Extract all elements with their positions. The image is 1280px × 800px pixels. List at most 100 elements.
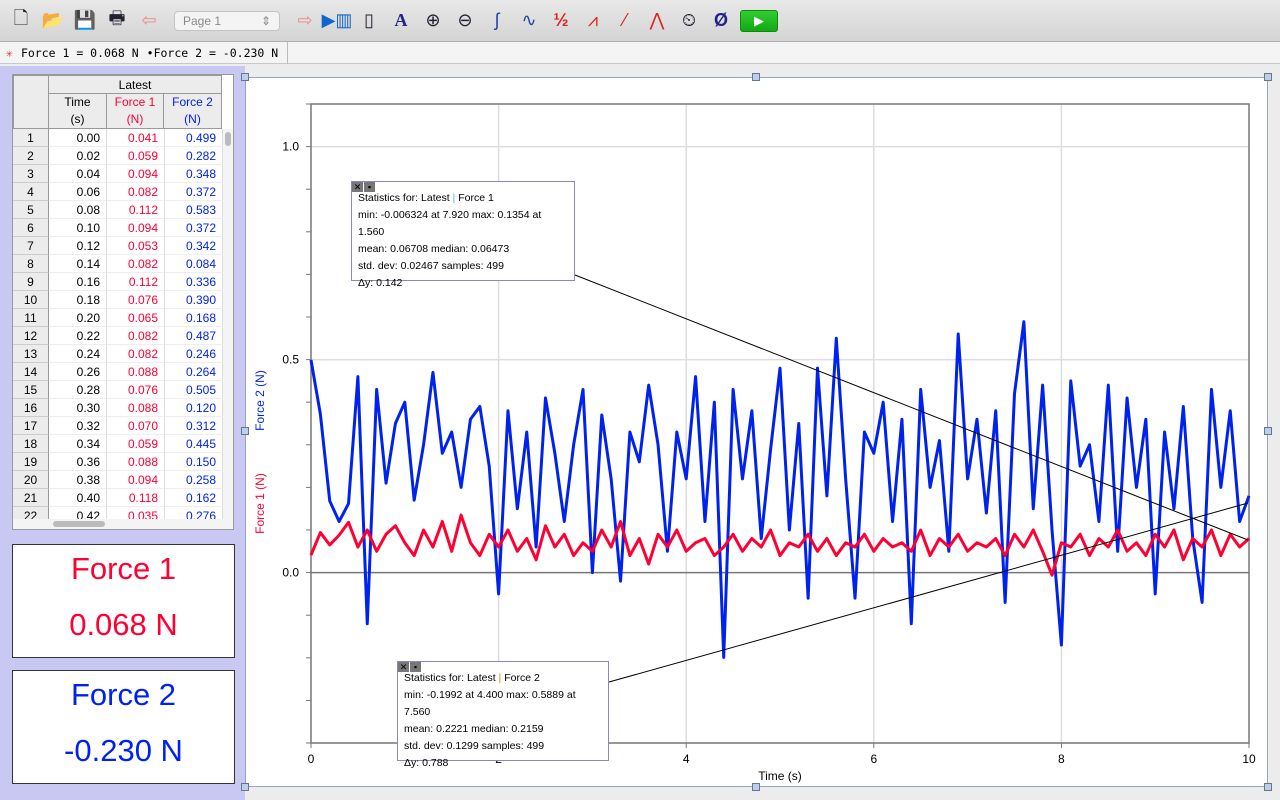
- table-row[interactable]: 15 0.28 0.076 0.505: [13, 381, 223, 399]
- table-cell[interactable]: 0.065: [107, 309, 165, 327]
- integrate-icon[interactable]: ½: [548, 8, 574, 34]
- table-cell[interactable]: 0.088: [107, 399, 165, 417]
- table-cell[interactable]: 0.312: [165, 417, 223, 435]
- table-cell[interactable]: 0.041: [107, 129, 165, 147]
- table-cell[interactable]: 0.059: [107, 435, 165, 453]
- table-row[interactable]: 14 0.26 0.088 0.264: [13, 363, 223, 381]
- table-cell[interactable]: 0.36: [49, 453, 107, 471]
- table-cell[interactable]: 0.094: [107, 471, 165, 489]
- table-cell[interactable]: 0.112: [107, 201, 165, 219]
- table-cell[interactable]: 0.08: [49, 201, 107, 219]
- linear-fit-icon[interactable]: ⁄: [612, 8, 638, 34]
- examine-icon[interactable]: ʃ: [484, 8, 510, 34]
- back-page-icon[interactable]: ⇦: [136, 8, 162, 34]
- resize-handle[interactable]: [752, 73, 760, 81]
- table-cell[interactable]: 0.264: [165, 363, 223, 381]
- resize-handle[interactable]: [1264, 427, 1272, 435]
- table-cell[interactable]: 0.162: [165, 489, 223, 507]
- table-cell[interactable]: 0.583: [165, 201, 223, 219]
- table-cell[interactable]: 0.094: [107, 219, 165, 237]
- table-cell[interactable]: 0.076: [107, 291, 165, 309]
- data-browser-icon[interactable]: ▶▥: [322, 8, 353, 34]
- horizontal-scrollbar[interactable]: [13, 519, 233, 529]
- table-cell[interactable]: 0.342: [165, 237, 223, 255]
- meter-force2[interactable]: Force 2 -0.230 N: [12, 670, 235, 784]
- table-cell[interactable]: 0.082: [107, 255, 165, 273]
- tangent-icon[interactable]: ∿: [516, 8, 542, 34]
- table-cell[interactable]: 0.10: [49, 219, 107, 237]
- lab-interface-icon[interactable]: ▯: [356, 8, 382, 34]
- table-cell[interactable]: 0.258: [165, 471, 223, 489]
- table-cell[interactable]: 0.34: [49, 435, 107, 453]
- table-cell[interactable]: 0.02: [49, 147, 107, 165]
- resize-handle[interactable]: [752, 783, 760, 791]
- table-cell[interactable]: 0.12: [49, 237, 107, 255]
- table-cell[interactable]: 0.22: [49, 327, 107, 345]
- table-cell[interactable]: 0.246: [165, 345, 223, 363]
- table-cell[interactable]: 0.084: [165, 255, 223, 273]
- table-cell[interactable]: 0.082: [107, 183, 165, 201]
- options-icon[interactable]: ▪: [364, 182, 375, 192]
- table-cell[interactable]: 0.112: [107, 273, 165, 291]
- resize-handle[interactable]: [1264, 783, 1272, 791]
- vertical-scrollbar[interactable]: [223, 129, 233, 519]
- table-row[interactable]: 9 0.16 0.112 0.336: [13, 273, 223, 291]
- table-row[interactable]: 17 0.32 0.070 0.312: [13, 417, 223, 435]
- table-cell[interactable]: 0.30: [49, 399, 107, 417]
- table-cell[interactable]: 0.390: [165, 291, 223, 309]
- page-select[interactable]: Page 1 ⇕: [174, 10, 280, 31]
- table-cell[interactable]: 0.14: [49, 255, 107, 273]
- new-file-icon[interactable]: 🗋: [8, 8, 34, 34]
- zero-icon[interactable]: Ø: [708, 8, 734, 34]
- autoscale-icon[interactable]: A: [388, 8, 414, 34]
- table-row[interactable]: 8 0.14 0.082 0.084: [13, 255, 223, 273]
- table-cell[interactable]: 0.18: [49, 291, 107, 309]
- table-cell[interactable]: 0.059: [107, 147, 165, 165]
- table-row[interactable]: 6 0.10 0.094 0.372: [13, 219, 223, 237]
- table-row[interactable]: 11 0.20 0.065 0.168: [13, 309, 223, 327]
- table-row[interactable]: 2 0.02 0.059 0.282: [13, 147, 223, 165]
- resize-handle[interactable]: [241, 73, 249, 81]
- data-table[interactable]: Latest Time (s) Force 1 (N) Force 2 (N) 1 0.…: [12, 74, 234, 530]
- table-row[interactable]: 1 0.00 0.041 0.499: [13, 129, 223, 147]
- table-row[interactable]: 18 0.34 0.059 0.445: [13, 435, 223, 453]
- table-row[interactable]: 19 0.36 0.088 0.150: [13, 453, 223, 471]
- resize-handle[interactable]: [241, 427, 249, 435]
- print-icon[interactable]: 🖶: [104, 8, 130, 34]
- save-disk-icon[interactable]: 💾: [72, 8, 98, 34]
- table-row[interactable]: 16 0.30 0.088 0.120: [13, 399, 223, 417]
- table-cell[interactable]: 0.082: [107, 327, 165, 345]
- table-cell[interactable]: 0.372: [165, 219, 223, 237]
- table-row[interactable]: 21 0.40 0.118 0.162: [13, 489, 223, 507]
- table-row[interactable]: 3 0.04 0.094 0.348: [13, 165, 223, 183]
- table-cell[interactable]: 0.40: [49, 489, 107, 507]
- table-row[interactable]: 10 0.18 0.076 0.390: [13, 291, 223, 309]
- table-row[interactable]: 4 0.06 0.082 0.372: [13, 183, 223, 201]
- table-cell[interactable]: 0.094: [107, 165, 165, 183]
- table-cell[interactable]: 0.499: [165, 129, 223, 147]
- table-cell[interactable]: 0.070: [107, 417, 165, 435]
- options-icon[interactable]: ▪: [410, 662, 421, 672]
- meter-readout-tab[interactable]: ✳ Force 1 = 0.068 N •Force 2 = -0.230 N: [2, 42, 288, 64]
- stats-box-force1[interactable]: ✕ ▪ Statistics for: Latest | Force 1 min:…: [351, 181, 575, 289]
- table-cell[interactable]: 0.06: [49, 183, 107, 201]
- table-row[interactable]: 13 0.24 0.082 0.246: [13, 345, 223, 363]
- table-row[interactable]: 5 0.08 0.112 0.583: [13, 201, 223, 219]
- column-header-time[interactable]: Time (s): [48, 93, 107, 129]
- table-cell[interactable]: 0.076: [107, 381, 165, 399]
- table-row[interactable]: 7 0.12 0.053 0.342: [13, 237, 223, 255]
- table-cell[interactable]: 0.082: [107, 345, 165, 363]
- table-cell[interactable]: 0.168: [165, 309, 223, 327]
- table-cell[interactable]: 0.348: [165, 165, 223, 183]
- table-cell[interactable]: 0.487: [165, 327, 223, 345]
- table-cell[interactable]: 0.20: [49, 309, 107, 327]
- table-row[interactable]: 12 0.22 0.082 0.487: [13, 327, 223, 345]
- zoom-in-icon[interactable]: ⊕: [420, 8, 446, 34]
- table-cell[interactable]: 0.16: [49, 273, 107, 291]
- table-cell[interactable]: 0.118: [107, 489, 165, 507]
- meter-force1[interactable]: Force 1 0.068 N: [12, 544, 235, 658]
- column-header-force2[interactable]: Force 2 (N): [163, 93, 222, 129]
- curve-fit-icon[interactable]: ⋀: [644, 8, 670, 34]
- table-cell[interactable]: 0.445: [165, 435, 223, 453]
- table-cell[interactable]: 0.120: [165, 399, 223, 417]
